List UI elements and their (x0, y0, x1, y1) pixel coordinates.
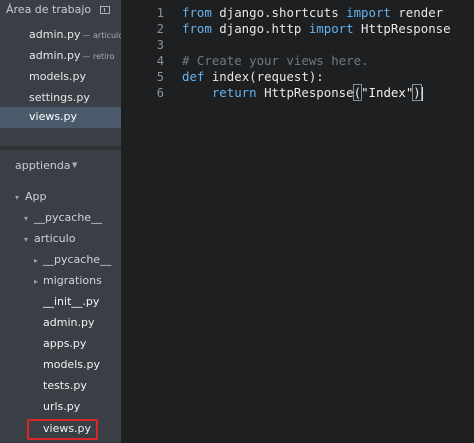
tree-file-tests[interactable]: tests.py (0, 376, 121, 397)
project-dropdown[interactable]: apptienda ▼ (0, 153, 121, 177)
tree-folder-pycache[interactable]: ▾ __pycache__ (0, 208, 121, 229)
tree-label: admin.py (43, 316, 95, 329)
keyword: from (182, 21, 212, 36)
module-name: django.http (211, 21, 309, 36)
code-line-4-comment: # Create your views here. (182, 53, 369, 68)
code-line-5: def index(request): (182, 69, 324, 84)
keyword: return (211, 85, 257, 100)
project-name: apptienda (15, 159, 71, 172)
text-cursor (421, 86, 423, 101)
imported-name: HttpResponse (353, 21, 451, 36)
tree-label: App (25, 190, 47, 203)
call-name: HttpResponse (256, 85, 354, 100)
tree-file-apps[interactable]: apps.py (0, 334, 121, 355)
keyword: def (182, 69, 205, 84)
panel-divider[interactable] (0, 146, 121, 150)
working-file-views-selected[interactable]: views.py (0, 107, 121, 128)
tree-label: migrations (43, 274, 102, 287)
matching-bracket: ) (412, 84, 422, 101)
file-name: views.py (29, 110, 78, 123)
file-folder-hint: — articulo (82, 31, 121, 40)
highlight-box (27, 419, 98, 440)
line-number: 4 (156, 54, 164, 68)
matching-bracket: ( (352, 84, 363, 101)
tree-label: models.py (43, 358, 100, 371)
split-view-icon[interactable] (100, 6, 110, 14)
file-folder-hint: — retiro (82, 52, 115, 61)
working-files-header: Área de trabajo (0, 0, 121, 20)
tree-folder-migrations[interactable]: ▸ migrations (0, 271, 121, 292)
chevron-down-icon: ▾ (24, 214, 29, 223)
chevron-down-icon: ▾ (24, 235, 29, 244)
file-name: admin.py (29, 28, 81, 41)
file-name: admin.py (29, 49, 81, 62)
code-editor[interactable]: 1 2 3 4 5 6 from django.shortcuts import… (121, 0, 474, 443)
line-number: 1 (156, 6, 164, 20)
file-name: models.py (29, 70, 86, 83)
tree-folder-app[interactable]: ▾ App (0, 187, 121, 208)
module-name: django.shortcuts (211, 5, 347, 20)
line-number: 2 (156, 22, 164, 36)
string-literal: "Index" (361, 85, 414, 100)
tree-label: tests.py (43, 379, 87, 392)
code-line-6: return HttpResponse("Index") (182, 84, 423, 101)
imported-name: render (390, 5, 444, 20)
chevron-down-icon: ▾ (15, 193, 20, 202)
tree-folder-articulo[interactable]: ▾ articulo (0, 229, 121, 250)
chevron-down-icon: ▼ (72, 161, 78, 169)
working-file-admin-articulo[interactable]: admin.py — articulo (0, 25, 121, 46)
line-number: 5 (156, 70, 164, 84)
function-params: (request): (249, 69, 324, 84)
tree-file-admin[interactable]: admin.py (0, 313, 121, 334)
brackets-window: Área de trabajo admin.py — articulo admin… (0, 0, 474, 443)
working-file-models[interactable]: models.py (0, 67, 121, 88)
working-file-settings[interactable]: settings.py (0, 88, 121, 109)
file-name: settings.py (29, 91, 90, 104)
line-number: 6 (156, 86, 164, 100)
working-file-admin-retiro[interactable]: admin.py — retiro (0, 46, 121, 67)
line-number: 3 (156, 38, 164, 52)
tree-label: apps.py (43, 337, 87, 350)
tree-file-urls[interactable]: urls.py (0, 397, 121, 418)
tree-file-models[interactable]: models.py (0, 355, 121, 376)
keyword: import (308, 21, 354, 36)
function-name: index (204, 69, 250, 84)
sidebar: Área de trabajo admin.py — articulo admin… (0, 0, 121, 443)
tree-label: __pycache__ (34, 211, 103, 224)
tree-file-init[interactable]: __init__.py (0, 292, 121, 313)
chevron-right-icon: ▸ (34, 277, 39, 286)
code-line-1: from django.shortcuts import render (182, 5, 443, 20)
keyword: import (346, 5, 391, 20)
keyword: from (182, 5, 212, 20)
working-files-title: Área de trabajo (6, 3, 92, 16)
tree-label: __pycache__ (43, 253, 112, 266)
tree-label: __init__.py (43, 295, 100, 308)
chevron-right-icon: ▸ (34, 256, 39, 265)
tree-label: articulo (34, 232, 76, 245)
tree-label: urls.py (43, 400, 81, 413)
tree-folder-articulo-pycache[interactable]: ▸ __pycache__ (0, 250, 121, 271)
code-line-2: from django.http import HttpResponse (182, 21, 451, 36)
